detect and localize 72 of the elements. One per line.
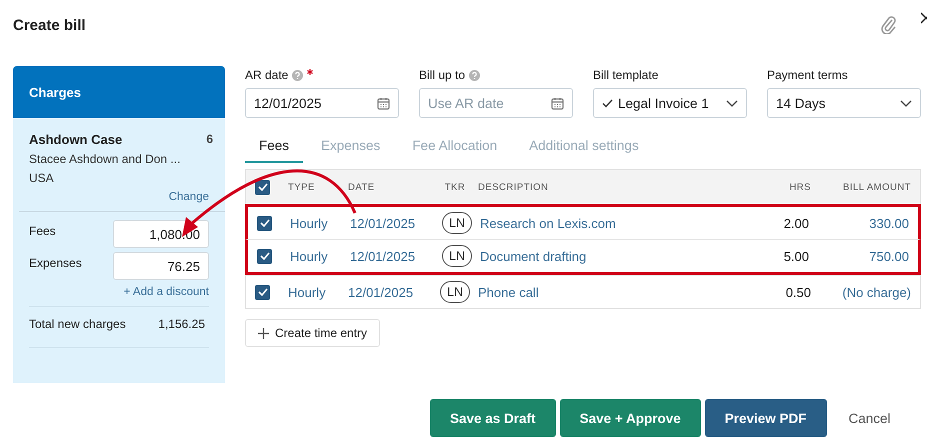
amount-link[interactable]: (No charge): [811, 284, 920, 300]
action-button[interactable]: Save as Draft: [430, 399, 556, 437]
amount-link[interactable]: 330.00: [809, 216, 918, 230]
client-name: Stacee Ashdown and Don ...: [28, 152, 182, 166]
check-icon: [260, 219, 270, 227]
timekeeper-badge: LN: [440, 281, 470, 303]
create-time-entry-button[interactable]: Create time entry: [245, 319, 380, 347]
field-label: Bill up to: [419, 68, 466, 82]
table-row[interactable]: Hourly 12/01/2025 LN Document drafting 5.00 750.00: [245, 239, 921, 275]
total-value: 1,156.25: [158, 317, 205, 331]
calendar-icon: [551, 96, 564, 110]
field-label: AR date: [245, 68, 288, 82]
select-all-checkbox[interactable]: [255, 180, 270, 194]
matter-name: Ashdown Case: [29, 132, 122, 147]
close-icon[interactable]: [921, 12, 927, 24]
date-cell-text: 12/01/2025: [348, 284, 414, 300]
field-label: Payment terms: [767, 68, 848, 82]
type-cell-text: Hourly: [290, 248, 329, 264]
column-header: BILL AMOUNT: [842, 182, 912, 192]
field-label: Bill template: [593, 68, 658, 82]
date-cell-text: 12/01/2025: [350, 216, 416, 230]
total-label: Total new charges: [29, 317, 126, 331]
table-row[interactable]: Hourly 12/01/2025 LN Research on Lexis.com 2.00 330.00: [245, 204, 921, 239]
hours-cell-text: 5.00: [782, 248, 809, 264]
hours-cell-text: 2.00: [782, 216, 809, 230]
amount-link[interactable]: 750.00: [809, 248, 918, 264]
column-header: HRS: [788, 182, 811, 192]
timekeeper-badge: LN: [442, 212, 472, 234]
hours-cell-text: 0.50: [784, 284, 811, 300]
column-header: DESCRIPTION: [478, 182, 550, 192]
action-button[interactable]: Preview PDF: [704, 399, 827, 437]
check-icon: [258, 183, 268, 191]
action-button[interactable]: Save + Approve: [560, 399, 701, 437]
add-discount-link[interactable]: + Add a discount: [124, 286, 209, 298]
amount-field[interactable]: 76.25: [113, 252, 209, 280]
plus-icon: [258, 328, 269, 338]
row-checkbox[interactable]: [257, 248, 272, 264]
column-header: DATE: [348, 182, 376, 192]
row-checkbox[interactable]: [257, 216, 272, 230]
charge-label: Fees: [29, 224, 56, 238]
client-country: USA: [28, 171, 55, 185]
tab[interactable]: Fees: [245, 132, 304, 163]
type-cell-text: Hourly: [290, 216, 329, 230]
dialog-title: Create bill: [13, 16, 87, 34]
date-cell-text: 12/01/2025: [350, 248, 416, 264]
select-field[interactable]: Legal Invoice 1: [593, 88, 747, 118]
timekeeper-badge: LN: [442, 245, 472, 267]
paperclip-icon[interactable]: [881, 16, 897, 34]
description-link[interactable]: Research on Lexis.com: [480, 216, 749, 230]
matter-count: 6: [206, 132, 213, 147]
select-field[interactable]: 14 Days: [767, 88, 921, 118]
charge-label: Expenses: [29, 256, 82, 270]
table-row[interactable]: Hourly 12/01/2025 LN Phone call 0.50 (No charge): [246, 275, 920, 308]
description-link[interactable]: Phone call: [478, 284, 751, 300]
type-cell-text: Hourly: [288, 284, 327, 300]
charges-header: Charges: [13, 66, 225, 118]
check-icon: [260, 252, 270, 260]
row-checkbox[interactable]: [255, 284, 270, 300]
column-header: TKR: [444, 182, 466, 192]
description-link[interactable]: Document drafting: [480, 248, 749, 264]
check-icon: [258, 288, 268, 296]
amount-field[interactable]: 1,080.00: [113, 220, 209, 248]
column-header: TYPE: [288, 182, 316, 192]
calendar-icon: [377, 96, 390, 110]
required-icon: [307, 69, 314, 75]
date-field[interactable]: Use AR date: [419, 88, 573, 118]
action-button[interactable]: Cancel: [830, 399, 909, 437]
change-link[interactable]: Change: [168, 191, 209, 203]
caret-icon: [726, 100, 738, 106]
date-field[interactable]: 12/01/2025: [245, 88, 399, 118]
check-icon: [602, 98, 613, 108]
caret-icon: [900, 100, 912, 106]
